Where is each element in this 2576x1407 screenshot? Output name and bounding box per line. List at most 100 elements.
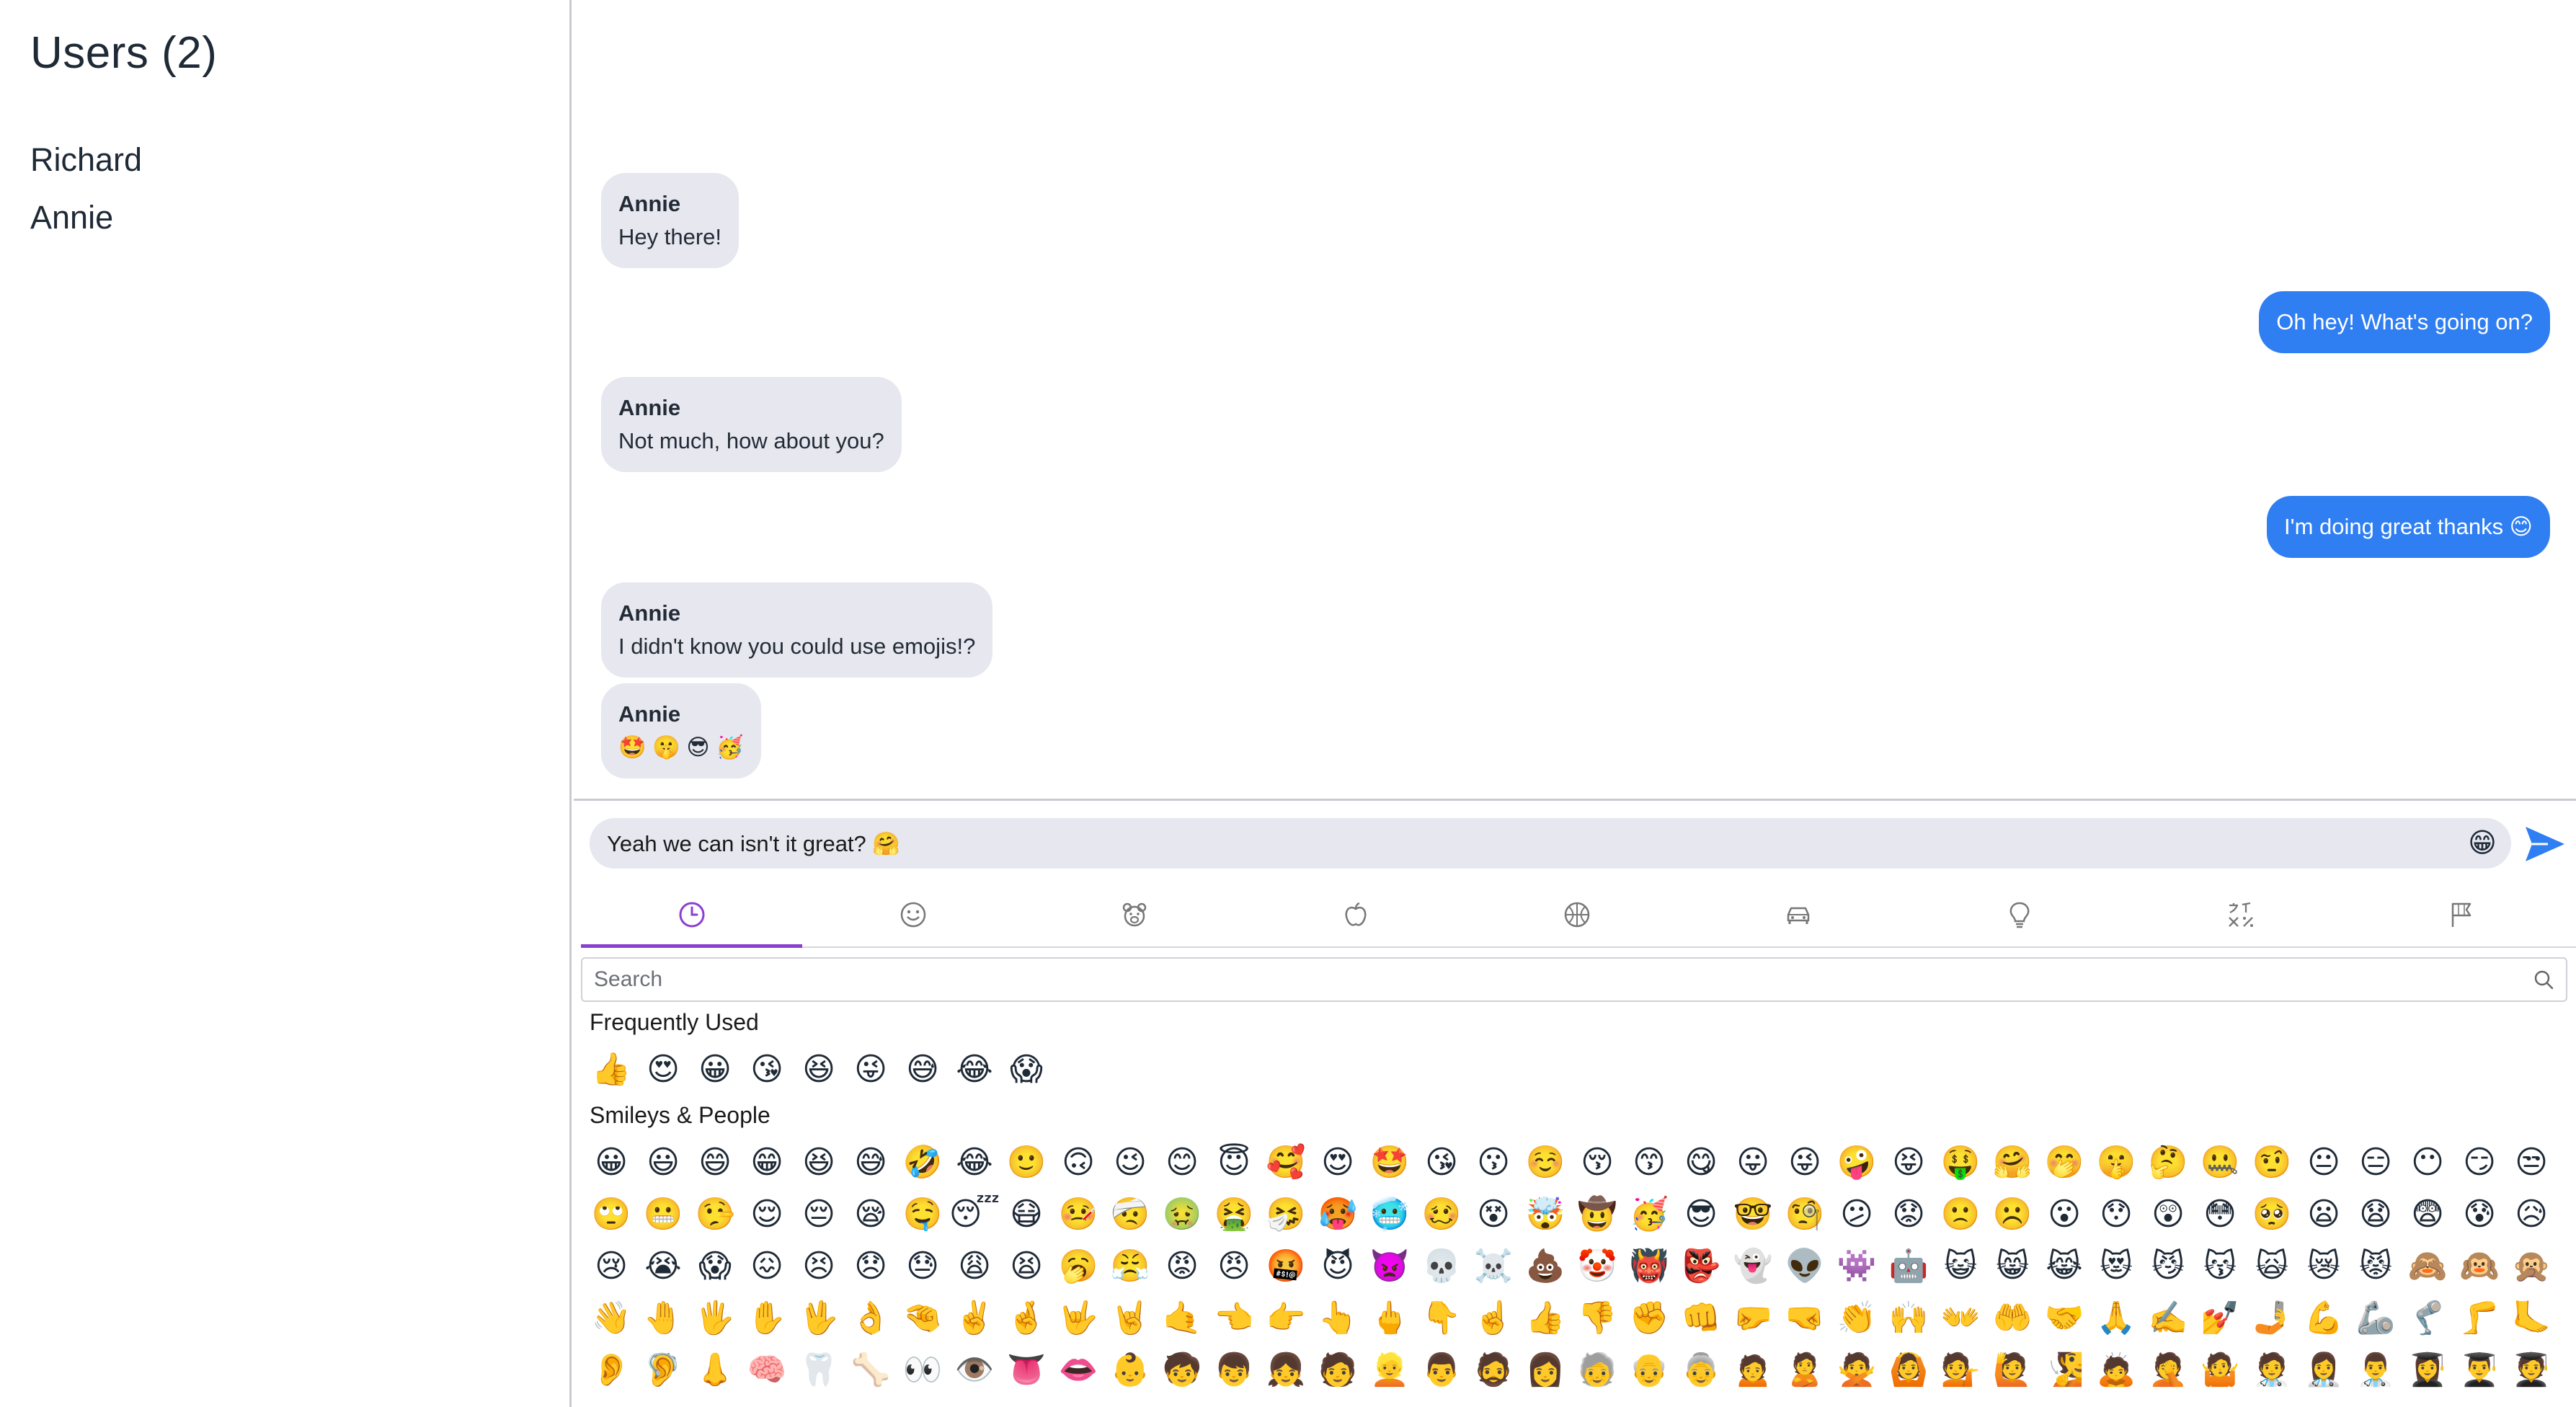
emoji-button[interactable]: 🥺 — [2246, 1192, 2298, 1237]
emoji-button[interactable]: 🤧 — [1260, 1192, 1312, 1237]
emoji-button[interactable]: 🤲 — [1986, 1296, 2038, 1341]
emoji-button[interactable]: 🤗 — [1986, 1140, 2038, 1185]
emoji-button[interactable]: 👉 — [1260, 1296, 1312, 1341]
emoji-button[interactable]: 🥴 — [1416, 1192, 1467, 1237]
emoji-button[interactable]: 🤤 — [897, 1192, 949, 1237]
emoji-button[interactable]: 😆 — [793, 1047, 845, 1092]
tab-food[interactable] — [1245, 883, 1466, 946]
emoji-button[interactable]: 😋 — [1675, 1140, 1727, 1185]
emoji-button[interactable]: 🤠 — [1571, 1192, 1623, 1237]
emoji-button[interactable]: 🤳 — [2246, 1296, 2298, 1341]
emoji-button[interactable]: 🤪 — [1831, 1140, 1883, 1185]
emoji-button[interactable]: 👋 — [585, 1296, 637, 1341]
emoji-button[interactable]: 🙂 — [1000, 1140, 1052, 1185]
emoji-button[interactable]: 😑 — [2350, 1140, 2402, 1185]
emoji-button[interactable]: 😪 — [845, 1192, 897, 1237]
emoji-button[interactable]: 🦷 — [793, 1348, 845, 1393]
emoji-button[interactable]: 😭 — [637, 1244, 689, 1289]
emoji-button[interactable]: 🥱 — [1052, 1244, 1104, 1289]
emoji-button[interactable]: 😸 — [1986, 1244, 2038, 1289]
emoji-button[interactable]: 👄 — [1052, 1348, 1104, 1393]
emoji-button[interactable]: 👌 — [845, 1296, 897, 1341]
emoji-button[interactable]: 👨‍⚕️ — [2350, 1348, 2402, 1393]
emoji-button[interactable]: 🤫 — [2090, 1140, 2142, 1185]
emoji-button[interactable]: 👧 — [1260, 1348, 1312, 1393]
emoji-button[interactable]: 🧠 — [741, 1348, 793, 1393]
emoji-button[interactable]: 🧑‍⚕️ — [2246, 1348, 2298, 1393]
emoji-button[interactable]: 👊 — [1675, 1296, 1727, 1341]
emoji-button[interactable]: 😈 — [1312, 1244, 1364, 1289]
emoji-button[interactable]: 🦵 — [2453, 1296, 2505, 1341]
emoji-button[interactable]: 👆 — [1312, 1296, 1364, 1341]
emoji-button[interactable]: 😴 — [949, 1192, 1000, 1237]
emoji-button[interactable]: 😇 — [1208, 1140, 1260, 1185]
emoji-button[interactable]: 🙇 — [2090, 1348, 2142, 1393]
emoji-button[interactable]: 🤥 — [689, 1192, 741, 1237]
emoji-button[interactable]: 🙃 — [1052, 1140, 1104, 1185]
emoji-button[interactable]: 😬 — [637, 1192, 689, 1237]
emoji-button[interactable]: 😝 — [1883, 1140, 1935, 1185]
emoji-button[interactable]: 👨 — [1416, 1348, 1467, 1393]
emoji-button[interactable]: 😨 — [2402, 1192, 2453, 1237]
emoji-button[interactable]: 🧓 — [1571, 1348, 1623, 1393]
emoji-button[interactable]: 😼 — [2142, 1244, 2194, 1289]
emoji-button[interactable]: 🤞 — [1000, 1296, 1052, 1341]
emoji-button[interactable]: 😹 — [2038, 1244, 2090, 1289]
emoji-button[interactable]: 😅 — [897, 1047, 949, 1092]
emoji-button[interactable]: 😃 — [637, 1140, 689, 1185]
emoji-button[interactable]: 🙊 — [2505, 1244, 2557, 1289]
message-input[interactable] — [607, 818, 2394, 869]
emoji-button[interactable]: 😍 — [1312, 1140, 1364, 1185]
emoji-button[interactable]: 🤚 — [637, 1296, 689, 1341]
emoji-button[interactable]: 👴 — [1623, 1348, 1675, 1393]
emoji-button[interactable]: 🙋 — [1986, 1348, 2038, 1393]
emoji-button[interactable]: 💁 — [1935, 1348, 1986, 1393]
emoji-button[interactable]: 🤡 — [1571, 1244, 1623, 1289]
emoji-button[interactable]: 👇 — [1416, 1296, 1467, 1341]
emoji-button[interactable]: 🙄 — [585, 1192, 637, 1237]
emoji-button[interactable]: 🧐 — [1779, 1192, 1831, 1237]
emoji-button[interactable]: 😖 — [741, 1244, 793, 1289]
emoji-button[interactable]: 😶 — [2402, 1140, 2453, 1185]
emoji-button[interactable]: 🤐 — [2194, 1140, 2246, 1185]
emoji-button[interactable]: 🥳 — [1623, 1192, 1675, 1237]
emoji-button[interactable]: 🤒 — [1052, 1192, 1104, 1237]
emoji-button[interactable]: 😫 — [1000, 1244, 1052, 1289]
emoji-button[interactable]: 😆 — [793, 1140, 845, 1185]
emoji-button[interactable]: 🤣 — [897, 1140, 949, 1185]
emoji-button[interactable]: 🤯 — [1519, 1192, 1571, 1237]
tab-travel[interactable] — [1687, 883, 1909, 946]
emoji-button[interactable]: 😰 — [2453, 1192, 2505, 1237]
emoji-button[interactable]: 🙀 — [2246, 1244, 2298, 1289]
emoji-button[interactable]: 😵 — [1467, 1192, 1519, 1237]
emoji-button[interactable]: 👻 — [1727, 1244, 1779, 1289]
emoji-button[interactable]: 😀 — [689, 1047, 741, 1092]
emoji-button[interactable]: 😩 — [949, 1244, 1000, 1289]
emoji-button[interactable]: 🤢 — [1156, 1192, 1208, 1237]
emoji-button[interactable]: 🤑 — [1935, 1140, 1986, 1185]
emoji-button[interactable]: 🦾 — [2350, 1296, 2402, 1341]
emoji-button[interactable]: 😜 — [1779, 1140, 1831, 1185]
emoji-button[interactable]: 🖕 — [1364, 1296, 1416, 1341]
emoji-button[interactable]: 👀 — [897, 1348, 949, 1393]
emoji-button[interactable]: 🤘 — [1104, 1296, 1156, 1341]
emoji-button[interactable]: 🖖 — [793, 1296, 845, 1341]
emoji-button[interactable]: 😢 — [585, 1244, 637, 1289]
emoji-button[interactable]: 👨‍🎓 — [2453, 1348, 2505, 1393]
emoji-button[interactable]: 😗 — [1467, 1140, 1519, 1185]
tab-recent[interactable] — [581, 883, 802, 948]
emoji-button[interactable]: 👶 — [1104, 1348, 1156, 1393]
emoji-button[interactable]: 😘 — [741, 1047, 793, 1092]
emoji-button[interactable]: 🤙 — [1156, 1296, 1208, 1341]
tab-animals[interactable] — [1023, 883, 1245, 946]
emoji-button[interactable]: 👽 — [1779, 1244, 1831, 1289]
emoji-button[interactable]: 😞 — [845, 1244, 897, 1289]
emoji-button[interactable]: 🙅 — [1831, 1348, 1883, 1393]
emoji-button[interactable]: 👁️ — [949, 1348, 1000, 1393]
emoji-button[interactable]: 🤬 — [1260, 1244, 1312, 1289]
emoji-button[interactable]: 🙏 — [2090, 1296, 2142, 1341]
emoji-button[interactable]: 🙍 — [1727, 1348, 1779, 1393]
emoji-button[interactable]: ✍️ — [2142, 1296, 2194, 1341]
user-item-richard[interactable]: Richard — [30, 131, 142, 189]
emoji-button[interactable]: 😣 — [793, 1244, 845, 1289]
